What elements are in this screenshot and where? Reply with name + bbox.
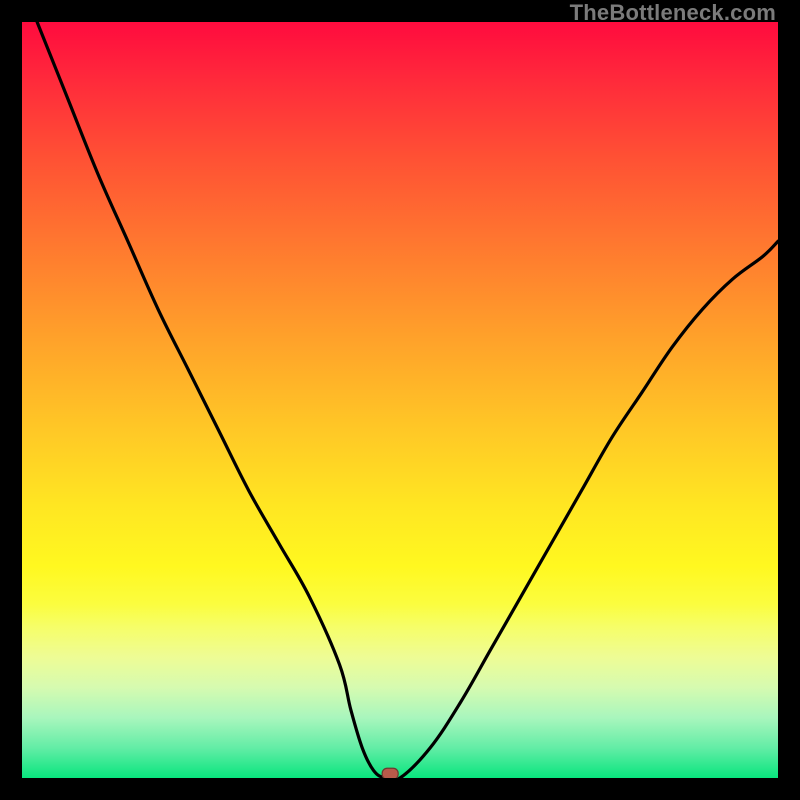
plot-area bbox=[22, 22, 778, 778]
bottleneck-curve bbox=[22, 22, 778, 778]
optimum-marker bbox=[382, 768, 398, 778]
chart-frame: TheBottleneck.com bbox=[0, 0, 800, 800]
watermark-text: TheBottleneck.com bbox=[570, 0, 776, 26]
